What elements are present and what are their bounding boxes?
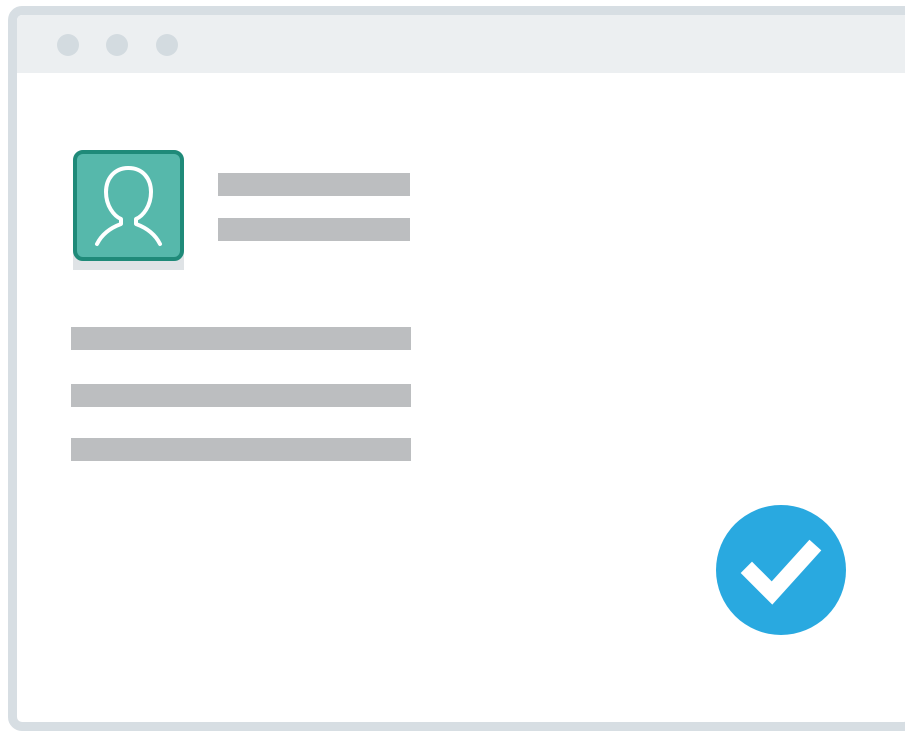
avatar [73, 150, 184, 261]
window-dot-3[interactable] [156, 34, 178, 56]
header-line-1 [218, 173, 410, 196]
header-line-2 [218, 218, 410, 241]
content-line-1 [71, 327, 411, 350]
window-dot-2[interactable] [106, 34, 128, 56]
confirm-button[interactable] [716, 505, 846, 635]
checkmark-icon [740, 539, 822, 605]
user-silhouette-icon [95, 166, 162, 246]
content-line-3 [71, 438, 411, 461]
browser-window [8, 6, 905, 731]
title-bar [17, 15, 905, 73]
content-line-2 [71, 384, 411, 407]
window-dot-1[interactable] [57, 34, 79, 56]
